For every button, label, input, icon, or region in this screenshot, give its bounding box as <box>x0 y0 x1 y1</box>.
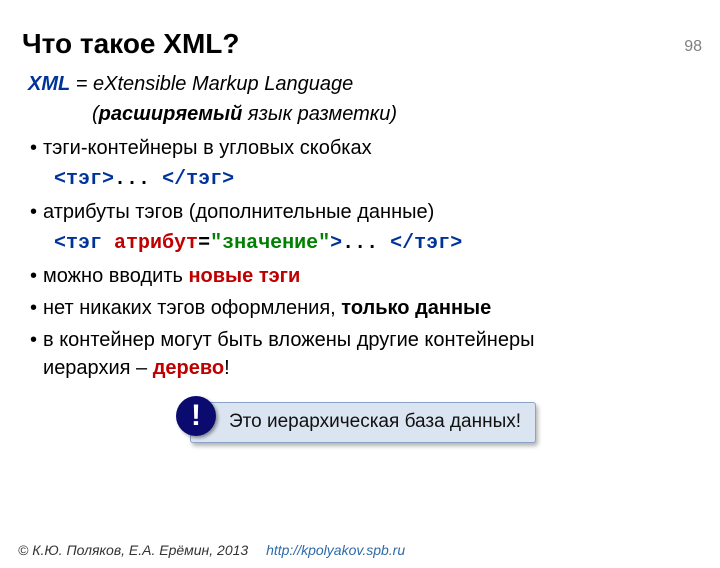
bullet-dot-icon: • <box>30 198 37 226</box>
def-sub-rest: язык разметки) <box>242 103 397 125</box>
bullet-5-l2a: иерархия – <box>43 357 153 379</box>
bullet-dot-icon: • <box>30 134 37 162</box>
bullet-2-text: атрибуты тэгов (дополнительные данные) <box>43 198 698 226</box>
bullet-3-pre: можно вводить <box>43 265 188 287</box>
bullet-1: • тэги-контейнеры в угловых скобках <box>28 134 698 162</box>
exclamation-icon: ! <box>176 396 216 436</box>
bullet-3-red: новые тэги <box>188 265 300 287</box>
bullet-5-l2b: дерево <box>153 357 224 379</box>
c2-open-tag: тэг <box>66 232 102 255</box>
bullet-5: • в контейнер могут быть вложены другие … <box>28 326 698 382</box>
bullet-5-l1: в контейнер могут быть вложены другие ко… <box>43 329 534 351</box>
def-sub-bold: расширяемый <box>99 103 243 125</box>
bullet-dot-icon: • <box>30 326 37 354</box>
bullet-3: • можно вводить новые тэги <box>28 262 698 290</box>
footer-copyright: © К.Ю. Поляков, Е.А. Ерёмин, 2013 <box>18 542 248 558</box>
c2-close-tag: тэг <box>414 232 450 255</box>
definition-line2: (расширяемый язык разметки) <box>92 100 698 128</box>
c1-close-tag: тэг <box>186 168 222 191</box>
code-sample-1: <тэг>... </тэг> <box>54 166 698 194</box>
c1-cgt: > <box>222 168 234 191</box>
bullet-4-pre: нет никаких тэгов оформления, <box>43 297 341 319</box>
c2-lt: < <box>54 232 66 255</box>
bullet-3-text: можно вводить новые тэги <box>43 262 698 290</box>
def-eq: = <box>70 73 93 95</box>
footer-url: http://kpolyakov.spb.ru <box>266 542 405 558</box>
bullet-4: • нет никаких тэгов оформления, только д… <box>28 294 698 322</box>
c2-attr: атрибут <box>114 232 198 255</box>
c2-val: значение <box>222 232 318 255</box>
bullet-dot-icon: • <box>30 262 37 290</box>
page-number: 98 <box>684 38 702 56</box>
c2-sp <box>102 232 114 255</box>
c2-clt: </ <box>390 232 414 255</box>
slide-title: Что такое XML? <box>22 28 720 60</box>
bullet-1-text: тэги-контейнеры в угловых скобках <box>43 134 698 162</box>
def-sub-open: ( <box>92 103 99 125</box>
xml-abbr: XML <box>28 73 70 95</box>
c1-lt: < <box>54 168 66 191</box>
callout-text: Это иерархическая база данных! <box>190 402 536 443</box>
def-expansion: eXtensible Markup Language <box>93 73 353 95</box>
c2-eq: = <box>198 232 210 255</box>
code-sample-2: <тэг атрибут="значение">... </тэг> <box>54 230 698 258</box>
callout: ! Это иерархическая база данных! <box>190 402 536 443</box>
c1-clt: </ <box>162 168 186 191</box>
slide-content: XML = eXtensible Markup Language (расшир… <box>28 70 698 443</box>
c2-gt: > <box>330 232 342 255</box>
callout-row: ! Это иерархическая база данных! <box>28 402 698 443</box>
c1-gt: > <box>102 168 114 191</box>
bullet-4-bold: только данные <box>341 297 491 319</box>
c2-q1: " <box>210 232 222 255</box>
bullet-2: • атрибуты тэгов (дополнительные данные) <box>28 198 698 226</box>
bullet-5-l2c: ! <box>224 357 230 379</box>
c2-cgt: > <box>450 232 462 255</box>
c2-mid: ... <box>342 232 390 255</box>
bullet-4-text: нет никаких тэгов оформления, только дан… <box>43 294 698 322</box>
footer: © К.Ю. Поляков, Е.А. Ерёмин, 2013 http:/… <box>18 542 405 558</box>
c1-open-tag: тэг <box>66 168 102 191</box>
c2-q2: " <box>318 232 330 255</box>
definition-line1: XML = eXtensible Markup Language <box>28 70 698 98</box>
bullet-dot-icon: • <box>30 294 37 322</box>
bullet-5-text: в контейнер могут быть вложены другие ко… <box>43 326 698 382</box>
c1-mid: ... <box>114 168 162 191</box>
